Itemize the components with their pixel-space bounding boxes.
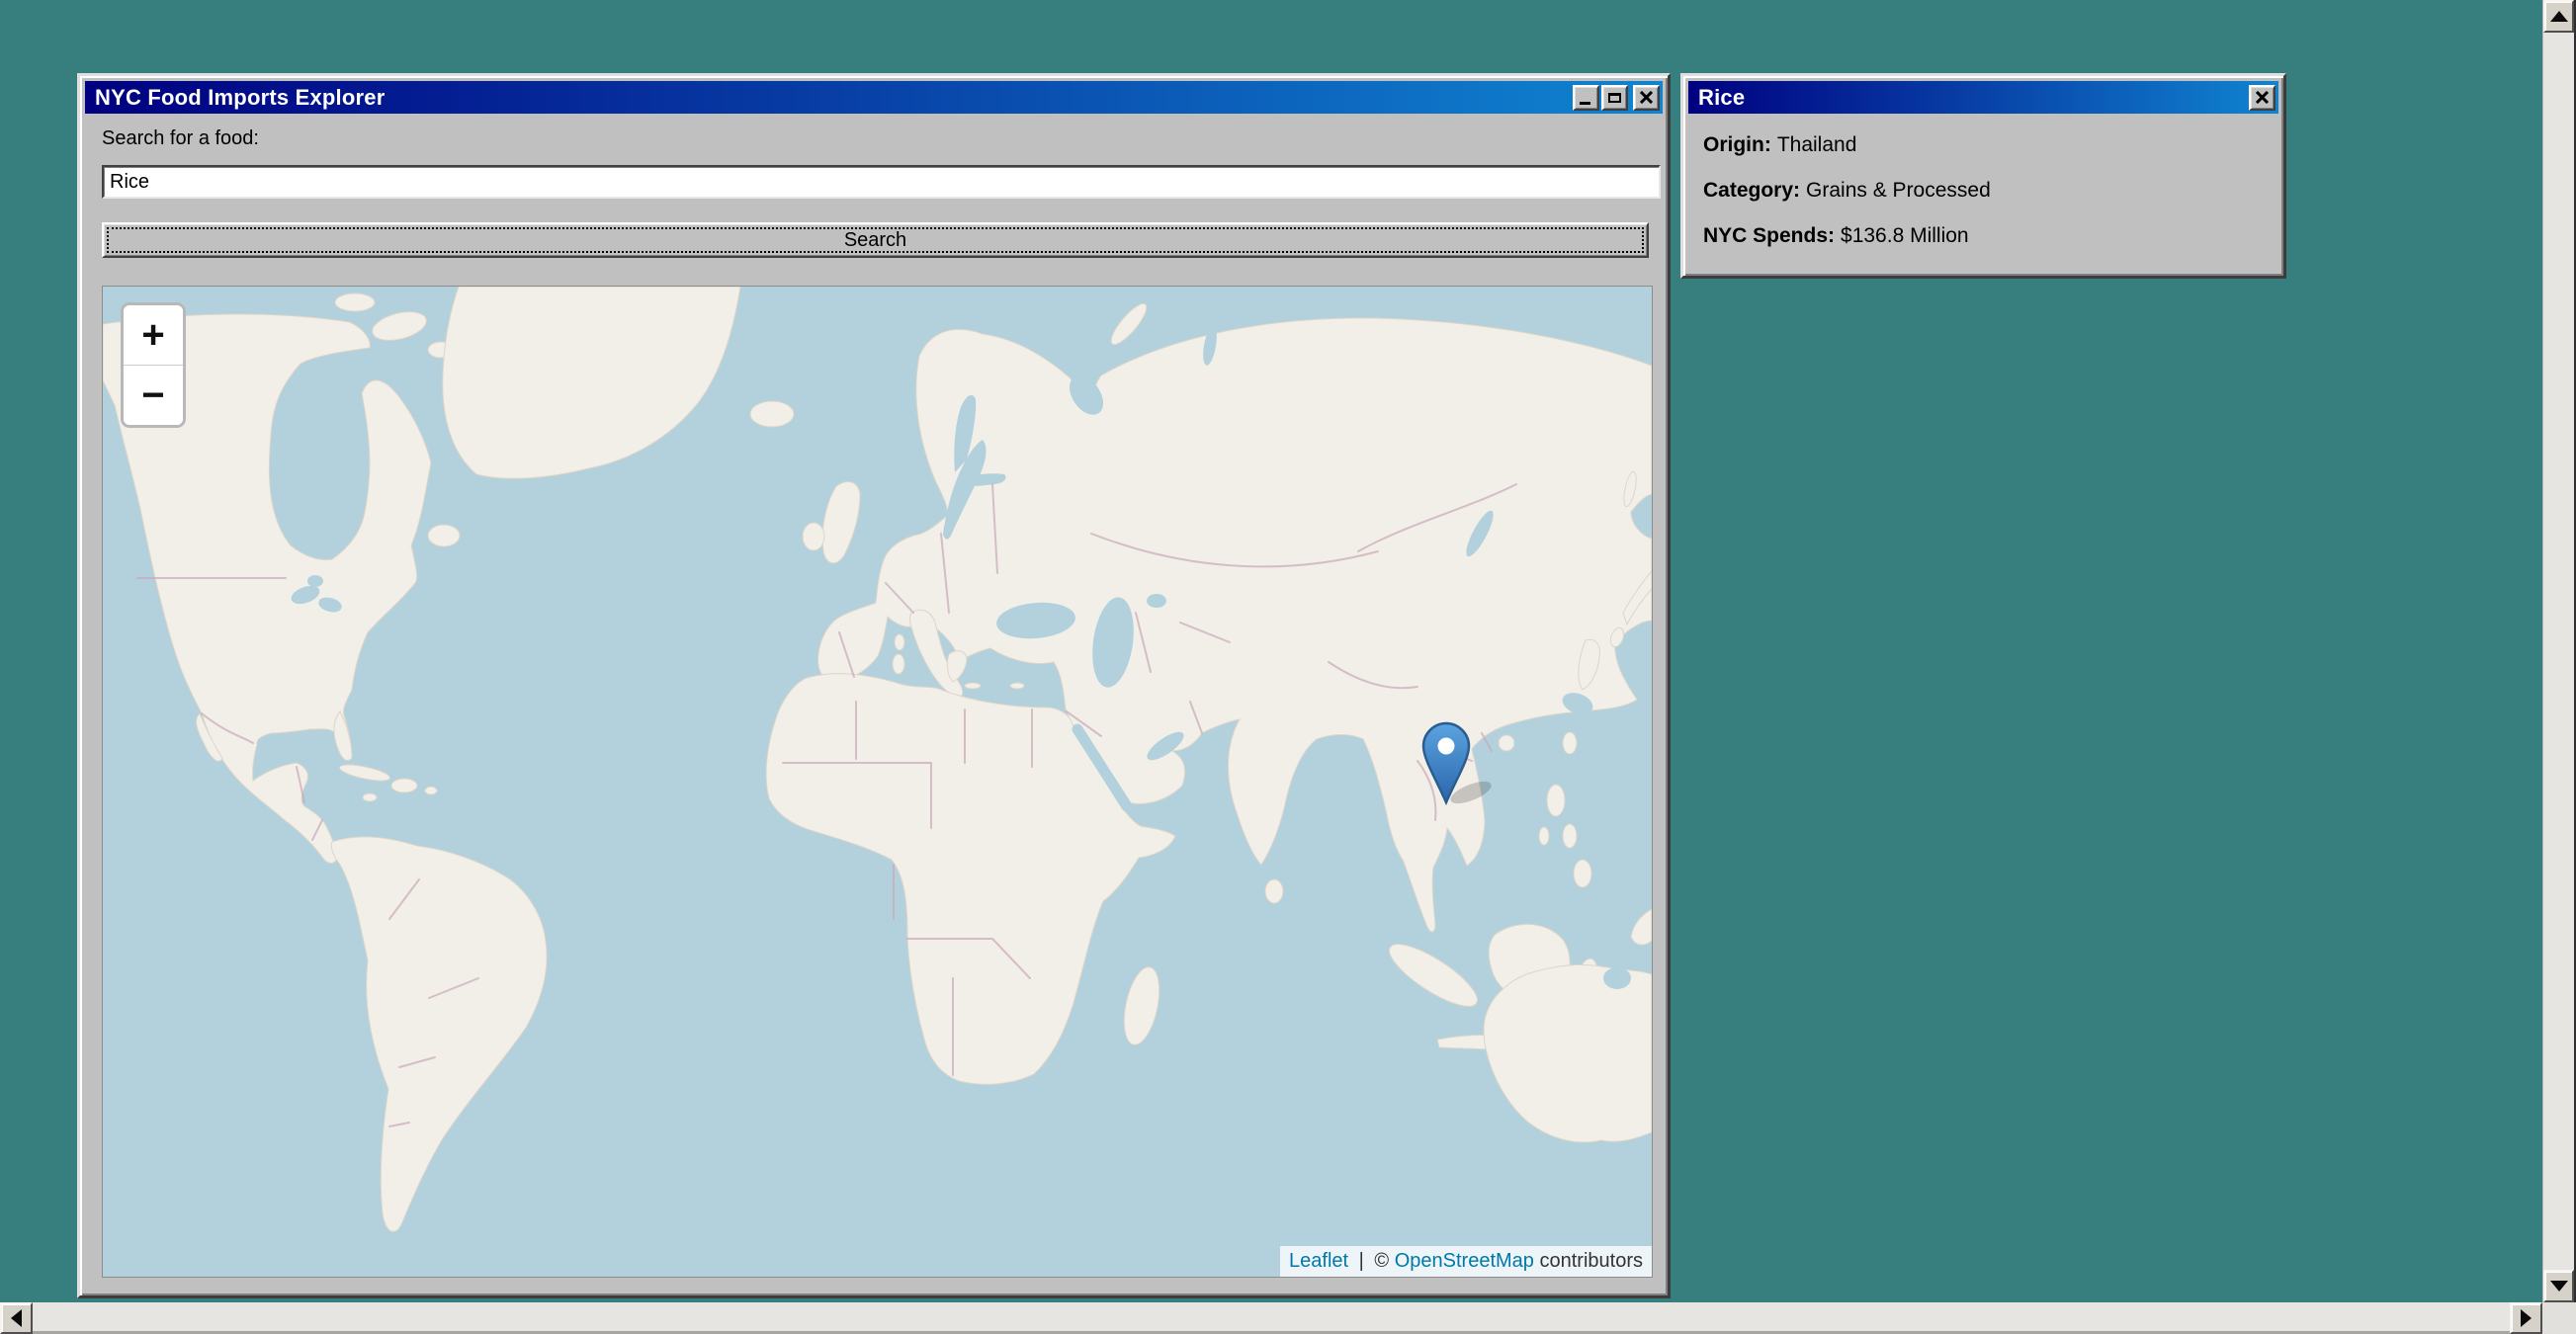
desktop: NYC Food Imports Explorer Search for a f… [0, 0, 2576, 1334]
map-attribution: Leaflet | © OpenStreetMap contributors [1280, 1246, 1652, 1277]
horizontal-scrollbar[interactable] [0, 1302, 2542, 1334]
scroll-left-icon [11, 1309, 22, 1327]
attribution-separator: | [1359, 1250, 1364, 1272]
search-input[interactable] [102, 165, 1661, 199]
spend-label: NYC Spends: [1703, 224, 1835, 247]
scrollbar-corner [2542, 1302, 2576, 1334]
scroll-up-button[interactable] [2543, 0, 2574, 33]
origin-label: Origin: [1703, 133, 1771, 156]
main-window-title: NYC Food Imports Explorer [95, 85, 385, 111]
search-button[interactable]: Search [102, 222, 1649, 258]
main-window: NYC Food Imports Explorer Search for a f… [77, 73, 1671, 1298]
info-category-row: Category: Grains & Processed [1703, 179, 1991, 203]
scroll-down-icon [2550, 1281, 2568, 1292]
main-window-titlebar[interactable]: NYC Food Imports Explorer [85, 81, 1663, 114]
map[interactable]: + − Leaflet | © OpenStreetMap contributo… [102, 286, 1653, 1278]
search-label: Search for a food: [102, 127, 259, 150]
close-icon [1639, 91, 1654, 104]
map-zoom-control: + − [121, 302, 186, 428]
scroll-up-icon [2550, 11, 2568, 22]
scroll-left-button[interactable] [0, 1302, 33, 1334]
minimize-button[interactable] [1573, 85, 1599, 111]
spend-value: $136.8 Million [1841, 224, 1969, 247]
zoom-in-button[interactable]: + [124, 305, 183, 366]
category-value: Grains & Processed [1806, 179, 1991, 202]
category-label: Category: [1703, 179, 1800, 202]
info-close-button[interactable] [2249, 85, 2275, 111]
minimize-icon [1580, 102, 1590, 105]
vertical-scrollbar[interactable] [2542, 0, 2576, 1302]
copyright-symbol: © [1374, 1250, 1389, 1272]
info-window-titlebar[interactable]: Rice [1688, 81, 2278, 114]
zoom-out-button[interactable]: − [124, 366, 183, 425]
close-icon [2255, 91, 2270, 104]
openstreetmap-link[interactable]: OpenStreetMap [1395, 1250, 1534, 1272]
leaflet-link[interactable]: Leaflet [1289, 1250, 1348, 1272]
info-window: Rice Origin: Thailand Category: Grains & P… [1680, 73, 2286, 279]
scroll-down-button[interactable] [2543, 1270, 2574, 1302]
titlebar-buttons [1571, 84, 1660, 111]
maximize-icon [1608, 93, 1621, 103]
contributors-text: contributors [1540, 1250, 1644, 1272]
map-landmass [103, 287, 1652, 1231]
info-origin-row: Origin: Thailand [1703, 133, 1856, 157]
info-spend-row: NYC Spends: $136.8 Million [1703, 224, 1969, 248]
close-button[interactable] [1633, 85, 1660, 111]
world-map-svg [103, 287, 1652, 1277]
scroll-right-icon [2521, 1309, 2532, 1327]
info-window-title: Rice [1698, 85, 1745, 111]
origin-value: Thailand [1777, 133, 1857, 156]
maximize-button[interactable] [1601, 85, 1628, 111]
scroll-right-button[interactable] [2510, 1302, 2542, 1334]
